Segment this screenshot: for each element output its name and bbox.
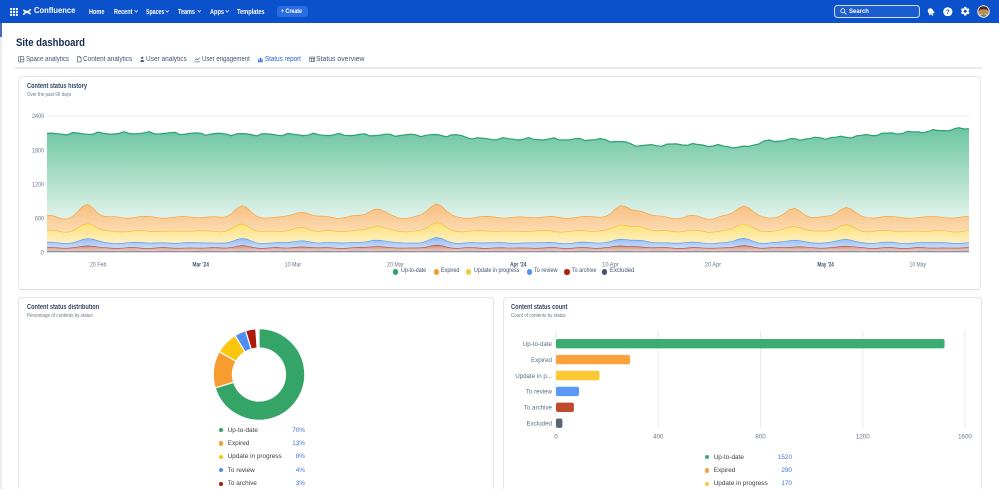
svg-text:2400: 2400 [32,113,44,120]
svg-text:May '24: May '24 [817,262,834,269]
svg-text:1200: 1200 [32,182,44,189]
svg-text:Mar '24: Mar '24 [192,262,209,269]
svg-text:600: 600 [35,216,44,223]
svg-text:10 May: 10 May [910,262,927,269]
svg-text:?: ? [946,9,950,16]
svg-text:20 Apr: 20 Apr [705,262,722,269]
svg-text:0: 0 [41,250,45,257]
svg-text:20 Feb: 20 Feb [90,262,107,269]
svg-text:1800: 1800 [32,147,44,154]
svg-text:10 Mar: 10 Mar [285,262,302,269]
